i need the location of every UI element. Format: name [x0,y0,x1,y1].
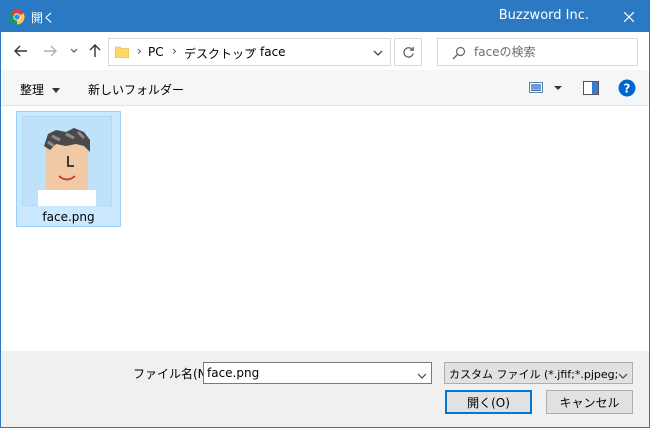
file-name-label: face.png [42,210,95,224]
preview-pane-button[interactable] [583,81,599,98]
forward-button[interactable] [40,41,60,61]
open-file-dialog: 開く Buzzword Inc. › PC › デスクトップ › face fa… [0,0,650,428]
cancel-button[interactable]: キャンセル [546,390,633,414]
window-title: 開く [31,11,56,25]
command-toolbar: 整理 新しいフォルダー ? [1,70,649,106]
filename-dropdown-icon[interactable] [417,369,427,379]
breadcrumb-face[interactable]: face [260,45,286,59]
refresh-icon [402,46,414,58]
filetype-value: カスタム ファイル (*.jfif;*.pjpeg;*.jp [449,368,617,381]
file-list-view[interactable]: face.png [1,106,649,351]
recent-locations-button[interactable] [64,41,84,61]
navigation-bar: › PC › デスクトップ › face [1,32,649,70]
breadcrumb-pc[interactable]: PC [148,45,164,59]
folder-icon [114,46,130,59]
filename-input[interactable] [207,365,407,381]
new-folder-button[interactable]: 新しいフォルダー [88,81,184,98]
chrome-icon [9,9,25,25]
help-button[interactable]: ? [618,79,636,100]
organize-label: 整理 [20,83,45,97]
file-item[interactable]: face.png [16,111,121,227]
filetype-select[interactable]: カスタム ファイル (*.jfif;*.pjpeg;*.jp [444,362,633,384]
close-icon [624,11,634,22]
dropdown-triangle-icon [51,88,60,93]
search-box[interactable] [437,38,638,66]
chevron-right-icon: › [172,44,177,58]
svg-text:?: ? [624,82,631,96]
forward-arrow-icon [44,45,57,57]
chevron-right-icon: › [137,44,142,58]
dialog-footer: ファイル名(N): カスタム ファイル (*.jfif;*.pjpeg;*.jp… [1,351,649,427]
organize-menu[interactable]: 整理 [20,81,60,98]
help-icon: ? [618,79,636,97]
back-arrow-icon [14,45,27,57]
address-bar[interactable]: › PC › デスクトップ › face [108,38,391,66]
breadcrumb-desktop[interactable]: デスクトップ [184,45,256,62]
back-button[interactable] [11,41,31,61]
preview-pane-icon [583,81,599,95]
chevron-right-icon: › [248,44,253,58]
chevron-down-icon [70,48,78,53]
refresh-button[interactable] [394,38,422,66]
brand-label: Buzzword Inc. [498,8,589,23]
view-options-button[interactable] [529,82,563,97]
filename-combobox[interactable] [203,362,432,384]
up-button[interactable] [85,41,105,61]
up-arrow-icon [89,44,101,57]
filetype-dropdown-icon[interactable] [618,369,628,379]
view-icon [529,82,562,93]
search-icon [452,46,466,60]
face-thumbnail [21,115,113,207]
open-button[interactable]: 開く(O) [445,390,532,414]
search-input[interactable] [474,43,634,61]
title-bar[interactable]: 開く Buzzword Inc. [1,1,649,32]
close-button[interactable] [609,1,649,32]
address-dropdown-icon[interactable] [372,47,384,57]
